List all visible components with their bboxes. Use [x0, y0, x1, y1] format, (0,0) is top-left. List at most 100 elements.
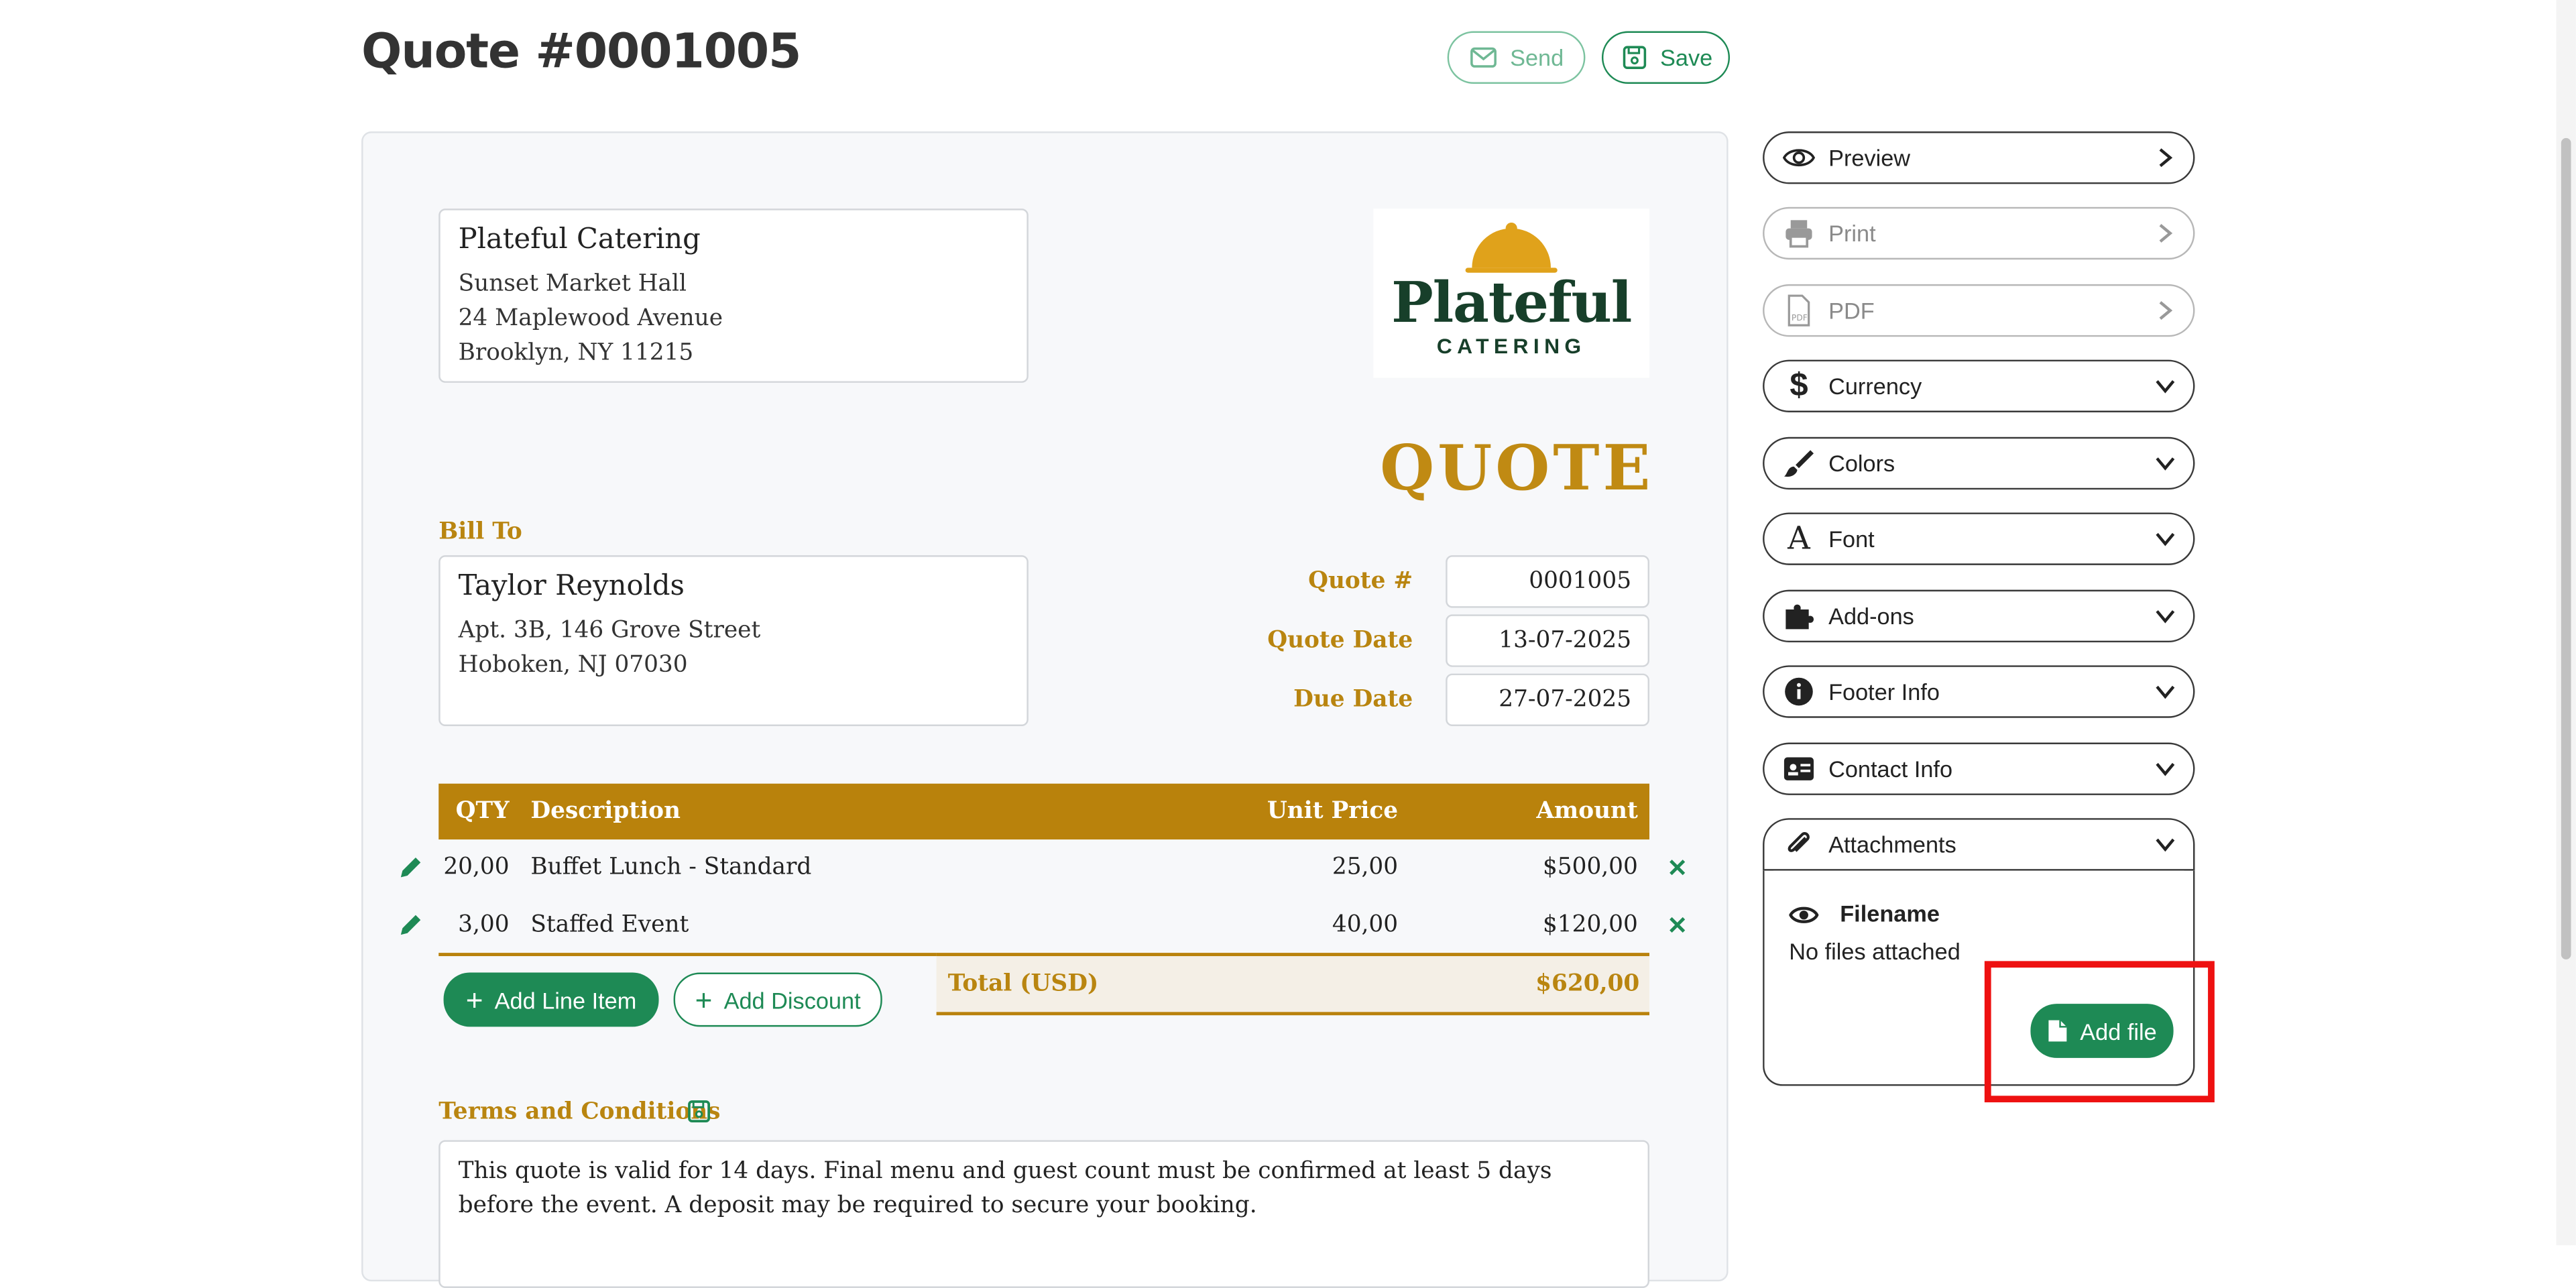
svg-text:PDF: PDF	[1792, 313, 1808, 323]
terms-textarea[interactable]: This quote is valid for 14 days. Final m…	[438, 1140, 1650, 1288]
sidebar-item-label: Preview	[1828, 144, 1911, 171]
company-name: Plateful Catering	[458, 223, 701, 257]
delete-x-icon[interactable]	[1664, 854, 1690, 880]
sidebar-attachments[interactable]: Attachments	[1763, 818, 2195, 871]
paintbrush-icon	[1783, 450, 1814, 477]
edit-pencil-icon[interactable]	[398, 912, 424, 938]
sidebar-item-label: PDF	[1828, 297, 1875, 324]
due-date-label: Due Date	[1293, 687, 1413, 713]
sidebar-item-label: Print	[1828, 220, 1876, 247]
chevron-down-icon	[2156, 838, 2175, 852]
total-value: $620,00	[1535, 971, 1640, 998]
divider	[438, 953, 939, 957]
sidebar-font[interactable]: A Font	[1763, 512, 2195, 565]
table-row[interactable]: 20,00 Buffet Lunch - Standard 25,00 $500…	[438, 839, 1649, 895]
address-line: 24 Maplewood Avenue	[458, 305, 723, 332]
sidebar-item-label: Font	[1828, 526, 1875, 552]
row-qty: 3,00	[458, 911, 510, 939]
chevron-down-icon	[2156, 762, 2175, 776]
sidebar-pdf[interactable]: PDF PDF	[1763, 284, 2195, 337]
client-name: Taylor Reynolds	[458, 570, 685, 603]
row-qty: 20,00	[443, 854, 510, 881]
chevron-right-icon	[2159, 223, 2173, 243]
document-type-heading: QUOTE	[1380, 430, 1654, 505]
send-label: Send	[1510, 44, 1564, 71]
row-unit-price: 25,00	[1332, 854, 1399, 881]
bill-to-box[interactable]: Taylor Reynolds Apt. 3B, 146 Grove Stree…	[438, 555, 1029, 726]
save-button[interactable]: Save	[1601, 31, 1731, 84]
chevron-down-icon	[2156, 685, 2175, 699]
eye-icon	[1789, 906, 1819, 923]
send-button[interactable]: Send	[1447, 31, 1586, 84]
unit-price-header: Unit Price	[1267, 798, 1399, 825]
sidebar-item-label: Add-ons	[1828, 603, 1914, 630]
edit-pencil-icon[interactable]	[398, 854, 424, 880]
envelope-icon	[1470, 47, 1497, 68]
chevron-down-icon	[2156, 457, 2175, 471]
address-line: Brooklyn, NY 11215	[458, 340, 694, 367]
save-label: Save	[1660, 44, 1713, 71]
paperclip-icon	[1788, 832, 1810, 852]
bill-to-label: Bill To	[438, 519, 522, 546]
sidebar-item-label: Contact Info	[1828, 756, 1953, 782]
puzzle-piece-icon	[1785, 604, 1814, 630]
chevron-down-icon	[2156, 380, 2175, 394]
table-row[interactable]: 3,00 Staffed Event 40,00 $120,00	[438, 897, 1649, 953]
sidebar-currency[interactable]: $ Currency	[1763, 359, 2195, 413]
row-amount: $500,00	[1542, 854, 1638, 881]
save-terms-icon[interactable]	[685, 1098, 713, 1126]
sidebar-preview[interactable]: Preview	[1763, 131, 2195, 184]
chevron-down-icon	[2156, 610, 2175, 624]
add-discount-button[interactable]: + Add Discount	[673, 972, 882, 1027]
quote-date-field[interactable]: 13-07-2025	[1446, 614, 1650, 667]
qty-header: QTY	[455, 798, 510, 825]
highlight-box	[1984, 961, 2215, 1103]
scrollbar-thumb[interactable]	[2561, 137, 2571, 959]
id-card-icon	[1783, 757, 1814, 780]
pdf-file-icon: PDF	[1788, 294, 1810, 327]
company-logo[interactable]: Plateful CATERING	[1373, 209, 1650, 378]
line-items-header: QTY Description Unit Price Amount	[438, 783, 1650, 840]
total-row: Total (USD) $620,00	[936, 953, 1650, 1016]
eye-icon	[1782, 149, 1816, 167]
total-label: Total (USD)	[947, 971, 1099, 998]
quote-number-field[interactable]: 0001005	[1446, 555, 1650, 608]
quote-number-label: Quote #	[1308, 568, 1413, 595]
add-line-item-button[interactable]: + Add Line Item	[443, 972, 659, 1027]
chevron-right-icon	[2159, 301, 2173, 320]
add-discount-label: Add Discount	[723, 986, 861, 1013]
plus-icon: +	[465, 983, 483, 1016]
info-circle-icon	[1785, 677, 1813, 706]
sidebar-print[interactable]: Print	[1763, 207, 2195, 260]
sidebar-item-label: Footer Info	[1828, 678, 1940, 705]
floppy-disk-icon	[1622, 46, 1646, 69]
sidebar-contact-info[interactable]: Contact Info	[1763, 742, 2195, 795]
sidebar-add-ons[interactable]: Add-ons	[1763, 589, 2195, 643]
sidebar-item-label: Attachments	[1828, 831, 1956, 858]
chevron-right-icon	[2159, 148, 2173, 168]
dollar-icon: $	[1790, 367, 1808, 404]
terms-label: Terms and Conditions	[438, 1099, 721, 1126]
sidebar-footer-info[interactable]: Footer Info	[1763, 665, 2195, 718]
due-date-field[interactable]: 27-07-2025	[1446, 673, 1650, 726]
add-line-item-label: Add Line Item	[494, 986, 637, 1013]
font-letter-icon: A	[1788, 520, 1810, 557]
printer-icon	[1785, 220, 1812, 248]
row-description: Staffed Event	[530, 911, 689, 939]
quote-date-label: Quote Date	[1267, 627, 1413, 654]
row-amount: $120,00	[1542, 911, 1638, 939]
sidebar-item-label: Colors	[1828, 450, 1895, 477]
amount-header: Amount	[1536, 798, 1638, 825]
plus-icon: +	[695, 983, 713, 1016]
logo-wordmark: Plateful	[1391, 271, 1632, 337]
filename-header: Filename	[1840, 900, 1940, 927]
sidebar-colors[interactable]: Colors	[1763, 436, 2195, 490]
from-address-box[interactable]: Plateful Catering Sunset Market Hall 24 …	[438, 209, 1029, 383]
page-title: Quote #0001005	[361, 23, 801, 79]
row-description: Buffet Lunch - Standard	[530, 854, 812, 881]
sidebar-item-label: Currency	[1828, 373, 1922, 400]
delete-x-icon[interactable]	[1664, 912, 1690, 938]
row-unit-price: 40,00	[1332, 911, 1399, 939]
address-line: Apt. 3B, 146 Grove Street	[458, 618, 761, 644]
logo-subtitle: CATERING	[1436, 333, 1586, 359]
